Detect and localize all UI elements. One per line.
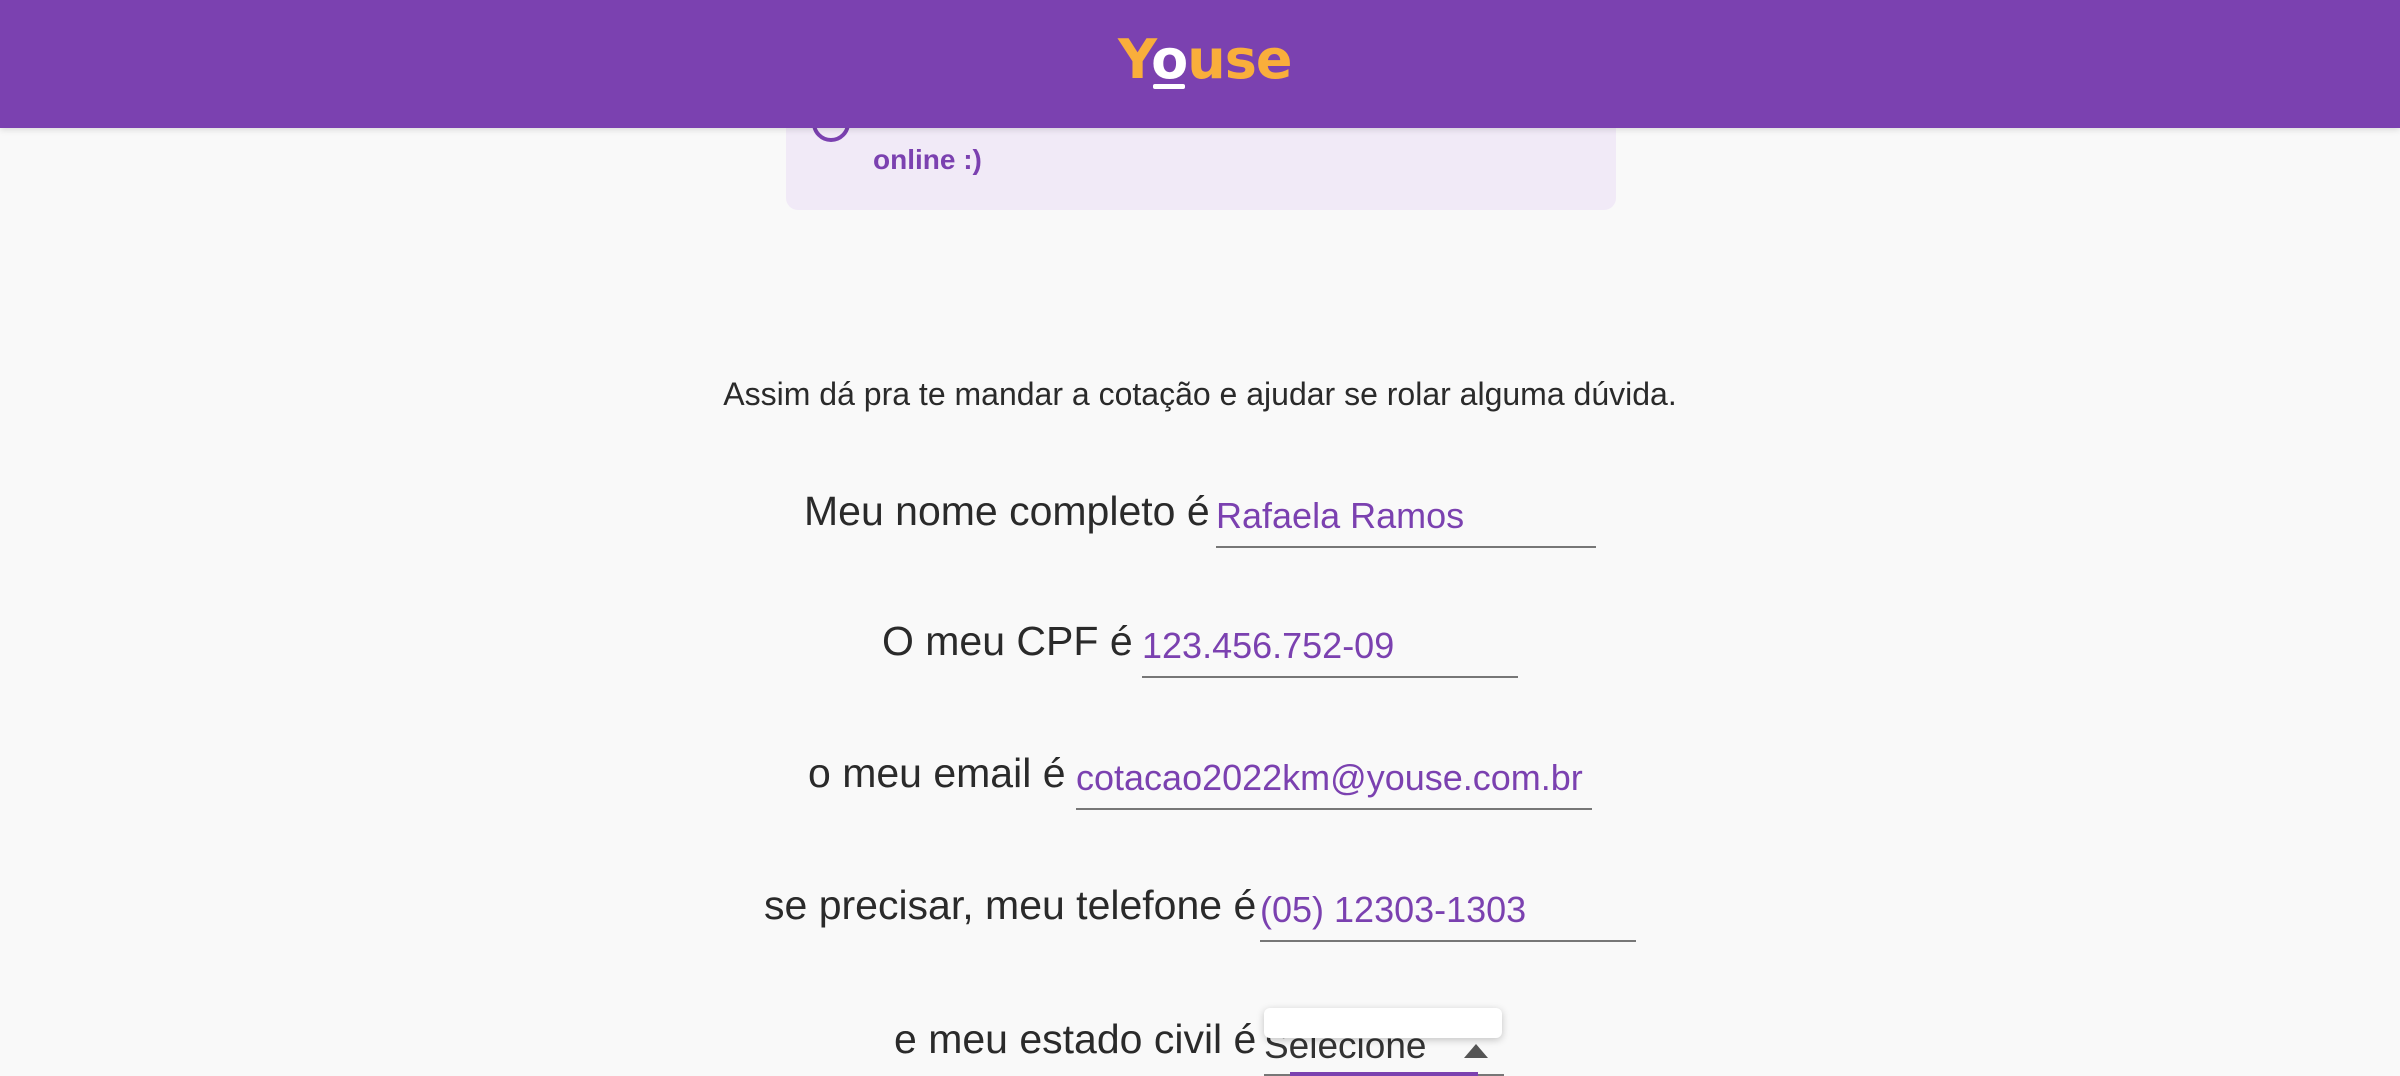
cpf-label: O meu CPF é (882, 618, 1133, 664)
cpf-field (1142, 616, 1518, 678)
youse-logo[interactable]: Youse (1118, 28, 1292, 91)
logo-letter-o: o (1151, 28, 1188, 91)
email-field (1076, 748, 1592, 810)
form-subtitle: Assim dá pra te mandar a cotação e ajuda… (723, 376, 1677, 412)
header-bar: Youse (0, 0, 2400, 128)
name-input[interactable] (1216, 486, 1596, 546)
name-field (1216, 486, 1596, 548)
phone-input[interactable] (1260, 880, 1636, 940)
name-label: Meu nome completo é (804, 488, 1210, 534)
phone-label: se precisar, meu telefone é (764, 882, 1257, 928)
email-label: o meu email é (808, 750, 1066, 796)
phone-field (1260, 880, 1636, 942)
email-input[interactable] (1076, 748, 1592, 808)
notice-text: online :) (873, 144, 982, 175)
logo-letter-y: Y (1118, 28, 1152, 91)
logo-letters-use: use (1187, 28, 1292, 91)
caret-up-icon (1464, 1044, 1488, 1058)
marital-label: e meu estado civil é (894, 1016, 1257, 1062)
cpf-input[interactable] (1142, 616, 1518, 676)
select-focus-indicator (1290, 1072, 1478, 1076)
marital-dropdown-menu[interactable] (1264, 1008, 1502, 1038)
